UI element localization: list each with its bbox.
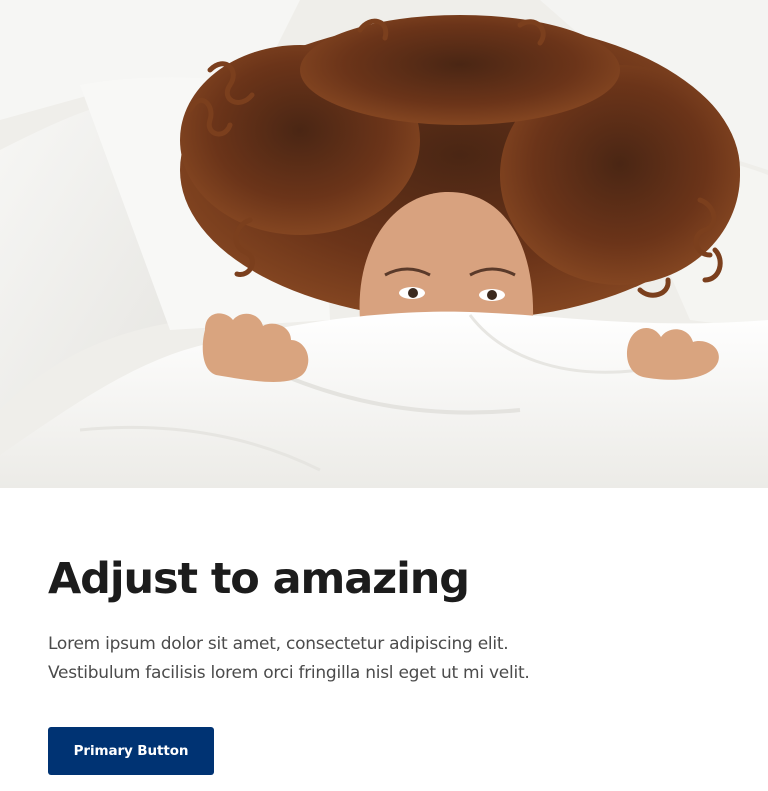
hero-photo xyxy=(0,0,768,488)
hero-image xyxy=(0,0,768,488)
content-block: Adjust to amazing Lorem ipsum dolor sit … xyxy=(48,540,728,775)
headline: Adjust to amazing xyxy=(48,554,470,604)
body-text: Lorem ipsum dolor sit amet, consectetur … xyxy=(48,630,608,688)
body-line-1: Lorem ipsum dolor sit amet, consectetur … xyxy=(48,634,509,654)
primary-button[interactable]: Primary Button xyxy=(48,727,214,775)
body-line-2: Vestibulum facilisis lorem orci fringill… xyxy=(48,663,530,683)
